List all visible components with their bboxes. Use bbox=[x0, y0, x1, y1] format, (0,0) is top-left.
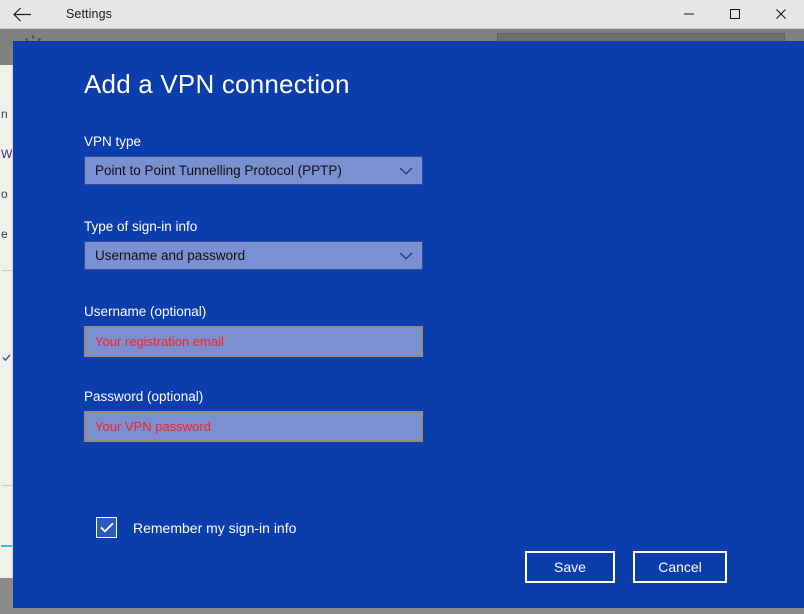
sidebar-accent-bar bbox=[1, 545, 12, 547]
remember-signin-checkbox[interactable] bbox=[96, 517, 117, 538]
back-arrow-icon[interactable] bbox=[0, 0, 44, 29]
sidebar-divider bbox=[2, 485, 12, 486]
sidebar-item-fragment[interactable]: W bbox=[1, 147, 12, 161]
save-button[interactable]: Save bbox=[525, 551, 615, 583]
field-password: Password (optional) Your VPN password bbox=[84, 389, 423, 442]
remember-signin-label: Remember my sign-in info bbox=[133, 519, 297, 536]
field-username: Username (optional) Your registration em… bbox=[84, 304, 423, 357]
username-label: Username (optional) bbox=[84, 304, 207, 319]
password-placeholder: Your VPN password bbox=[95, 419, 211, 434]
add-vpn-connection-dialog: Add a VPN connection VPN type Point to P… bbox=[13, 41, 804, 608]
checkmark-icon bbox=[2, 353, 11, 362]
chevron-down-icon bbox=[399, 251, 413, 260]
remember-signin-checkbox-row[interactable]: Remember my sign-in info bbox=[96, 517, 296, 538]
minimize-icon[interactable] bbox=[666, 0, 712, 29]
sidebar-divider bbox=[2, 270, 12, 271]
sidebar-item-fragment[interactable]: e bbox=[1, 227, 12, 241]
password-input[interactable]: Your VPN password bbox=[84, 411, 423, 442]
sidebar-item-fragment[interactable]: o bbox=[1, 187, 12, 201]
vpn-type-value: Point to Point Tunnelling Protocol (PPTP… bbox=[95, 163, 342, 178]
username-placeholder: Your registration email bbox=[95, 334, 224, 349]
vpn-type-dropdown[interactable]: Point to Point Tunnelling Protocol (PPTP… bbox=[84, 156, 423, 185]
password-label: Password (optional) bbox=[84, 389, 204, 404]
field-vpn-type: VPN type Point to Point Tunnelling Proto… bbox=[84, 134, 423, 185]
signin-type-value: Username and password bbox=[95, 248, 246, 263]
signin-type-dropdown[interactable]: Username and password bbox=[84, 241, 423, 270]
settings-sidebar: n W o e bbox=[0, 65, 13, 614]
maximize-icon[interactable] bbox=[712, 0, 758, 29]
username-input[interactable]: Your registration email bbox=[84, 326, 423, 357]
field-signin-type: Type of sign-in info Username and passwo… bbox=[84, 219, 423, 270]
close-icon[interactable] bbox=[758, 0, 804, 29]
cancel-button[interactable]: Cancel bbox=[633, 551, 727, 583]
vpn-type-label: VPN type bbox=[84, 134, 142, 149]
dialog-title: Add a VPN connection bbox=[84, 69, 350, 99]
signin-type-label: Type of sign-in info bbox=[84, 219, 198, 234]
window-titlebar: Settings bbox=[0, 0, 804, 29]
window-controls bbox=[666, 0, 804, 29]
checkmark-icon bbox=[99, 522, 114, 533]
chevron-down-icon bbox=[399, 166, 413, 175]
window-title: Settings bbox=[66, 7, 112, 21]
sidebar-item-fragment[interactable]: n bbox=[1, 107, 12, 121]
